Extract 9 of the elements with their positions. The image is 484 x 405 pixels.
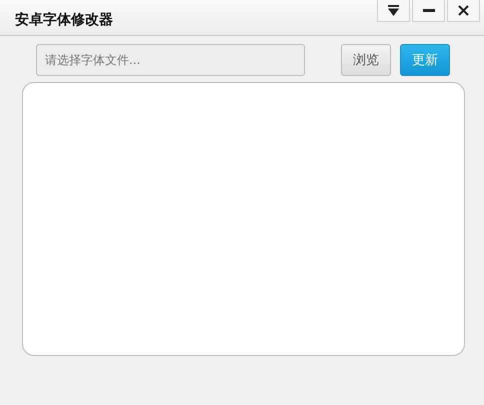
close-button[interactable] [447,0,480,22]
browse-button[interactable]: 浏览 [341,44,391,76]
window-title: 安卓字体修改器 [15,10,113,28]
minimize-icon [422,9,434,12]
dropdown-icon [388,5,399,16]
minimize-button[interactable] [412,0,445,22]
font-file-field[interactable]: 请选择字体文件... [36,44,305,76]
close-icon [458,5,469,16]
dropdown-button[interactable] [377,0,410,22]
